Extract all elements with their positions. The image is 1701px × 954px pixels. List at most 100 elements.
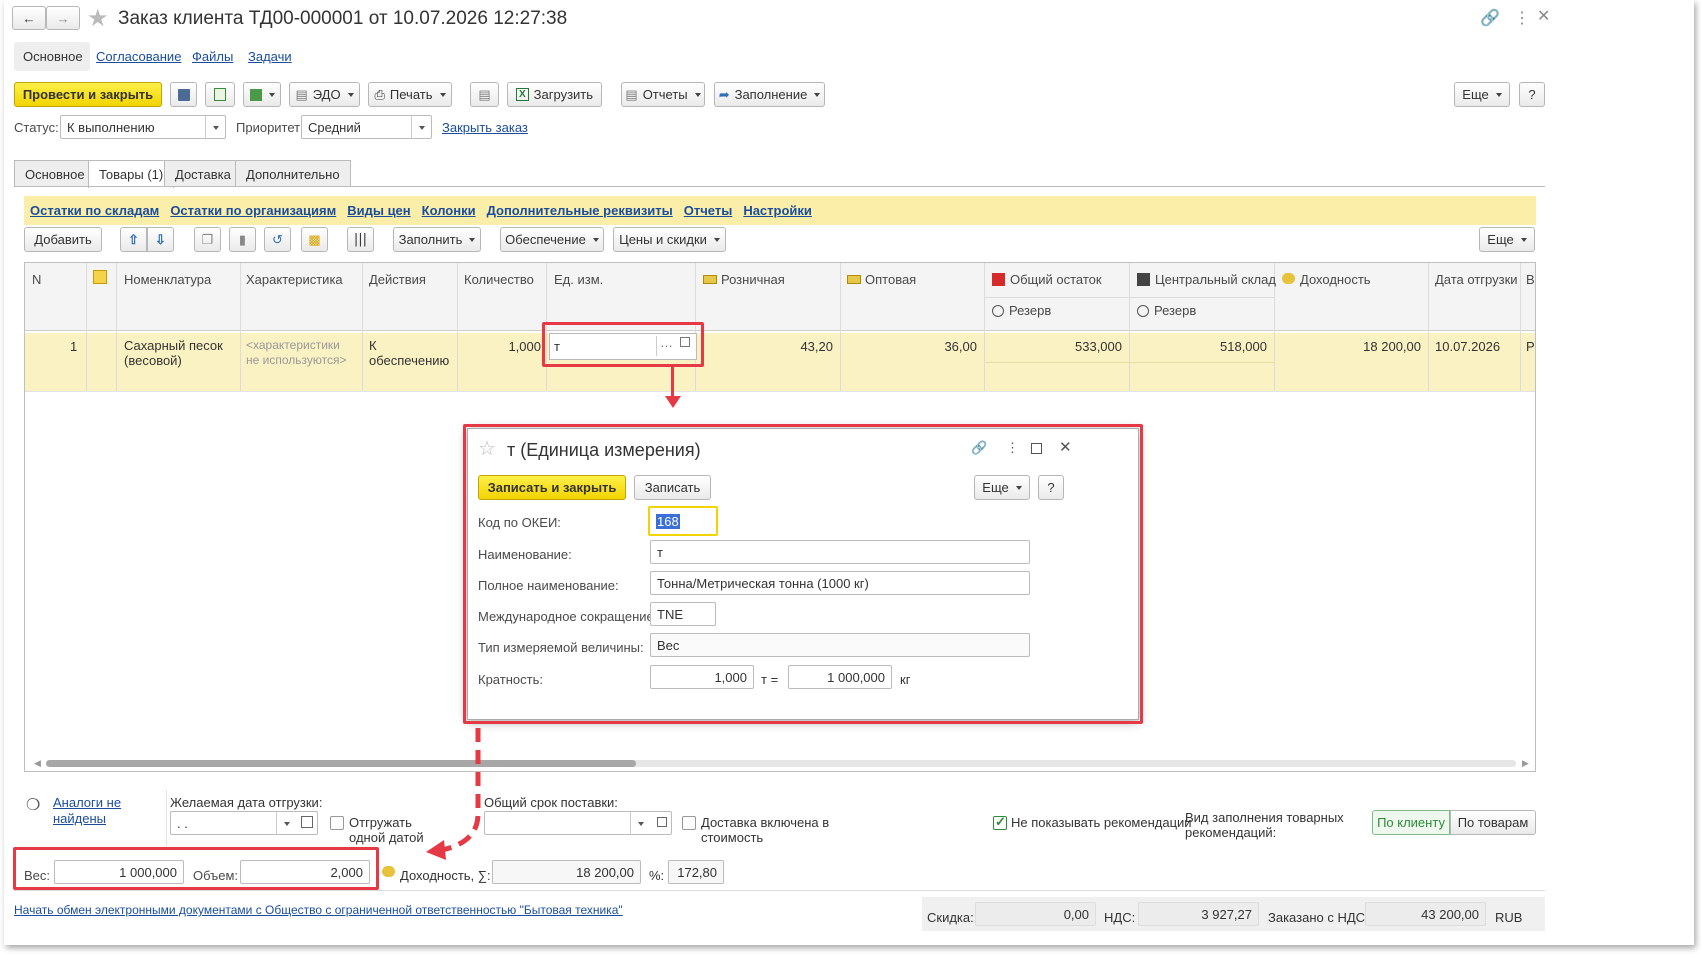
priority-label: Приоритет: — [236, 120, 304, 135]
col-header-characteristic[interactable]: Характеристика — [246, 272, 343, 287]
cell-retail[interactable]: 43,20 — [699, 339, 833, 354]
nav-tab-tasks[interactable]: Задачи — [248, 49, 292, 64]
info-link-price-types[interactable]: Виды цен — [347, 203, 410, 218]
save-button[interactable] — [170, 82, 197, 107]
info-link-reports[interactable]: Отчеты — [684, 203, 733, 218]
back-button[interactable]: ← — [12, 6, 46, 30]
chevron-down-icon[interactable] — [205, 116, 225, 138]
open-icon[interactable] — [657, 817, 667, 827]
col-header-reserve-central[interactable]: Резерв — [1137, 303, 1196, 318]
barcode-button[interactable]: ||| — [347, 227, 374, 252]
add-row-button[interactable]: Добавить — [24, 227, 102, 252]
nav-tab-files[interactable]: Файлы — [192, 49, 233, 64]
move-down-button[interactable]: ⇩ — [147, 227, 174, 252]
col-header-actions[interactable]: Действия — [369, 272, 426, 287]
nav-tab-approval[interactable]: Согласование — [96, 49, 181, 64]
tab-delivery[interactable]: Доставка — [164, 160, 242, 187]
header-subdivider — [985, 297, 1275, 298]
post-button[interactable] — [205, 82, 235, 107]
discount-value: 0,00 — [975, 902, 1096, 926]
tabs-divider — [14, 186, 1545, 187]
scroll-right-icon[interactable]: ▶ — [1522, 758, 1529, 769]
tab-goods[interactable]: Товары (1) — [88, 160, 175, 188]
paste-button[interactable]: ▮ — [229, 227, 256, 252]
table-fill-button[interactable]: Заполнить — [393, 227, 481, 252]
more-button[interactable]: Еще — [1454, 82, 1510, 107]
reports-button[interactable]: ▤ Отчеты — [621, 82, 705, 107]
analogs-link[interactable]: Аналоги не найдены — [53, 795, 123, 827]
one-date-checkbox[interactable] — [330, 816, 344, 830]
status-select[interactable]: К выполнению — [60, 115, 226, 139]
col-header-more[interactable]: В — [1526, 272, 1535, 287]
delivery-term-input[interactable] — [484, 811, 672, 835]
reports-icon: ▤ — [625, 86, 638, 102]
priority-value: Средний — [308, 119, 361, 135]
tab-additional[interactable]: Дополнительно — [235, 160, 351, 187]
col-header-unit[interactable]: Ед. изм. — [554, 272, 603, 287]
info-link-org-stock[interactable]: Остатки по организациям — [170, 203, 336, 218]
star-icon[interactable]: ★ — [87, 4, 109, 33]
col-header-reserve-total[interactable]: Резерв — [992, 303, 1051, 318]
calendar-icon[interactable] — [301, 816, 313, 828]
info-link-columns[interactable]: Колонки — [422, 203, 476, 218]
chevron-down-icon[interactable] — [630, 812, 650, 834]
report-button[interactable]: ▤ — [470, 82, 499, 107]
print-button[interactable]: ⎙ Печать — [368, 82, 452, 107]
ship-date-value: . . — [177, 815, 188, 831]
col-header-ship-date[interactable]: Дата отгрузки — [1435, 272, 1518, 287]
copy-button[interactable]: ❐ — [194, 227, 221, 252]
chevron-down-icon[interactable] — [411, 116, 431, 138]
edo-button[interactable]: ▤ ЭДО — [289, 82, 360, 107]
cell-nomenclature[interactable]: Сахарный песок (весовой) — [124, 338, 234, 368]
cell-characteristic[interactable]: <характеристики не используются> — [246, 338, 356, 368]
fill-button[interactable]: ➦ Заполнение — [714, 82, 825, 107]
col-header-total-stock[interactable]: Общий остаток — [992, 272, 1102, 287]
col-header-profit[interactable]: Доходность — [1282, 272, 1371, 287]
col-header-basket[interactable] — [93, 270, 107, 287]
close-order-link[interactable]: Закрыть заказ — [442, 120, 528, 135]
create-based-button[interactable] — [243, 82, 281, 107]
post-and-close-button[interactable]: Провести и закрыть — [14, 82, 162, 107]
priority-select[interactable]: Средний — [301, 115, 432, 139]
col-header-qty[interactable]: Количество — [464, 272, 534, 287]
info-link-attributes[interactable]: Дополнительные реквизиты — [487, 203, 673, 218]
by-client-button[interactable]: По клиенту — [1372, 810, 1450, 835]
col-header-retail[interactable]: Розничная — [703, 272, 785, 287]
forward-button[interactable]: → — [46, 6, 80, 30]
table-more-button[interactable]: Еще — [1479, 227, 1535, 252]
scrollbar-thumb[interactable] — [46, 760, 636, 767]
help-button[interactable]: ? — [1519, 82, 1545, 107]
link-icon[interactable]: 🔗 — [1480, 8, 1500, 28]
tab-main[interactable]: Основное — [14, 160, 96, 187]
close-icon[interactable]: ✕ — [1537, 6, 1550, 26]
info-link-settings[interactable]: Настройки — [743, 203, 812, 218]
no-recommendations-label: Не показывать рекомендации — [1011, 815, 1192, 830]
prices-discounts-button[interactable]: Цены и скидки — [613, 227, 726, 252]
cell-actions[interactable]: К обеспечению — [369, 338, 454, 368]
delivery-included-checkbox[interactable] — [682, 816, 696, 830]
no-recommendations-checkbox[interactable]: ✓ — [993, 814, 1007, 830]
load-button[interactable]: X Загрузить — [507, 82, 602, 107]
select-goods-button[interactable]: ▩ — [301, 227, 328, 252]
supply-button[interactable]: Обеспечение — [500, 227, 604, 252]
col-header-central[interactable]: Центральный склад — [1137, 272, 1276, 287]
cell-wholesale[interactable]: 36,00 — [844, 339, 977, 354]
by-goods-button[interactable]: По товарам — [1450, 810, 1536, 835]
profit-sum-label: Доходность, ∑: — [400, 868, 491, 883]
chevron-down-icon[interactable] — [276, 812, 296, 834]
info-link-stock[interactable]: Остатки по складам — [30, 203, 159, 218]
cell-qty[interactable]: 1,000 — [460, 339, 541, 354]
scroll-left-icon[interactable]: ◀ — [34, 758, 42, 769]
col-header-nomenclature[interactable]: Номенклатура — [124, 272, 211, 287]
cell-profit: 18 200,00 — [1363, 339, 1421, 354]
more-icon[interactable]: ⋮ — [1514, 8, 1530, 28]
move-up-button[interactable]: ⇧ — [120, 227, 147, 252]
col-header-n[interactable]: N — [32, 272, 41, 287]
col-header-retail-label: Розничная — [721, 272, 785, 287]
split-button[interactable]: ↺ — [264, 227, 291, 252]
nav-tab-main[interactable]: Основное — [23, 49, 83, 64]
col-header-wholesale[interactable]: Оптовая — [847, 272, 916, 287]
ship-date-input[interactable]: . . — [170, 811, 318, 835]
edo-exchange-link[interactable]: Начать обмен электронными документами с … — [14, 903, 623, 917]
cell-ship-date[interactable]: 10.07.2026 — [1435, 339, 1500, 354]
